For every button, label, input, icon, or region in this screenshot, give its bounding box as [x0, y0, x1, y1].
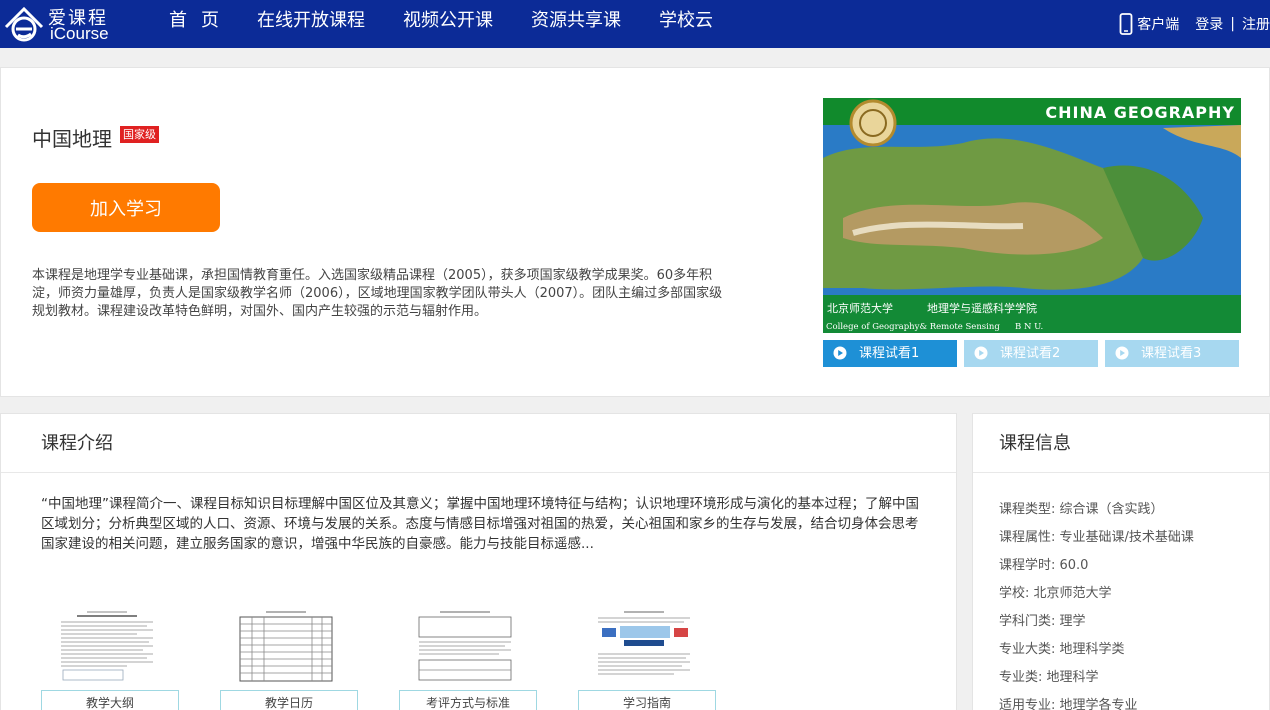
doc-study-guide-label: 学习指南: [578, 690, 716, 710]
doc-assessment-label: 考评方式与标准: [399, 690, 537, 710]
info-applicable-major: 适用专业: 地理学各专业: [999, 698, 1138, 710]
play-circle-icon: [1115, 346, 1129, 360]
info-heading: 课程信息: [973, 414, 1269, 473]
course-header-card: 中国地理 国家级 加入学习 本课程是地理学专业基础课，承担国情教育重任。入选国家…: [0, 67, 1270, 397]
icourse-logo-icon: [4, 6, 44, 42]
trial-tab-2[interactable]: 课程试看2: [964, 340, 1098, 367]
info-major-category: 专业大类: 地理科学类: [999, 642, 1125, 657]
nav-school-cloud[interactable]: 学校云: [640, 0, 732, 48]
course-cover-image[interactable]: CHINA GEOGRAPHY 北京师范大学 地理学与遥感科学学院 Colleg…: [823, 98, 1241, 333]
document-thumbnail-icon: [594, 608, 694, 684]
mobile-phone-icon[interactable]: [1119, 13, 1133, 35]
trial-tab-3-label: 课程试看3: [1141, 346, 1202, 361]
info-discipline: 学科门类: 理学: [999, 614, 1086, 629]
intro-heading: 课程介绍: [1, 414, 956, 473]
nav-home[interactable]: 首页: [150, 0, 238, 48]
course-title: 中国地理: [32, 127, 112, 151]
site-logo[interactable]: 爱课程 iCourse: [4, 2, 124, 46]
cover-dept-cn: 地理学与遥感科学学院: [927, 301, 1037, 315]
doc-calendar[interactable]: 教学日历: [220, 604, 358, 710]
user-links: 客户端 登录 | 注册: [1119, 0, 1270, 48]
info-course-type: 课程类型: 综合课（含实践）: [999, 502, 1164, 517]
trial-tab-1-label: 课程试看1: [859, 346, 920, 361]
course-intro-card: 课程介绍 “中国地理”课程简介一、课程目标知识目标理解中国区位及其意义；掌握中国…: [0, 413, 957, 710]
info-course-hours: 课程学时: 60.0: [999, 558, 1089, 573]
doc-study-guide[interactable]: 学习指南: [578, 604, 716, 710]
login-link[interactable]: 登录: [1195, 14, 1223, 34]
course-level-badge: 国家级: [120, 126, 159, 143]
play-circle-icon: [833, 346, 847, 360]
course-summary: 本课程是地理学专业基础课，承担国情教育重任。入选国家级精品课程（2005），获多…: [32, 268, 723, 319]
cover-school-en: B N U.: [1015, 322, 1043, 332]
doc-syllabus-label: 教学大纲: [41, 690, 179, 710]
trial-video-tabs: 课程试看1 课程试看2 课程试看3: [823, 340, 1239, 368]
play-circle-icon: [974, 346, 988, 360]
client-link[interactable]: 客户端: [1137, 14, 1179, 34]
link-separator: |: [1230, 16, 1235, 32]
nav-video-open-courses[interactable]: 视频公开课: [384, 0, 512, 48]
intro-text: “中国地理”课程简介一、课程目标知识目标理解中国区位及其意义；掌握中国地理环境特…: [41, 496, 919, 552]
document-thumbnail-icon: [57, 608, 157, 684]
register-link[interactable]: 注册: [1242, 14, 1270, 34]
doc-calendar-label: 教学日历: [220, 690, 358, 710]
trial-tab-3[interactable]: 课程试看3: [1105, 340, 1239, 367]
nav-resource-sharing[interactable]: 资源共享课: [512, 0, 640, 48]
cover-banner-text: CHINA GEOGRAPHY: [1045, 103, 1235, 122]
logo-english-text: iCourse: [50, 24, 109, 43]
doc-syllabus[interactable]: 教学大纲: [41, 604, 179, 710]
join-course-button[interactable]: 加入学习: [32, 183, 220, 232]
info-course-attribute: 课程属性: 专业基础课/技术基础课: [999, 530, 1194, 545]
trial-tab-2-label: 课程试看2: [1000, 346, 1061, 361]
document-thumbnail-icon: [415, 608, 515, 684]
course-documents: 教学大纲 教学日历 考评方式与标准 学习指南: [41, 604, 741, 710]
info-major-class: 专业类: 地理科学: [999, 670, 1099, 685]
doc-assessment[interactable]: 考评方式与标准: [399, 604, 537, 710]
cover-school-cn: 北京师范大学: [827, 301, 893, 315]
course-info-card: 课程信息 课程类型: 综合课（含实践） 课程属性: 专业基础课/技术基础课 课程…: [972, 413, 1270, 710]
info-school: 学校: 北京师范大学: [999, 586, 1112, 601]
trial-tab-1[interactable]: 课程试看1: [823, 340, 957, 367]
document-thumbnail-icon: [236, 608, 336, 684]
main-nav: 首页 在线开放课程 视频公开课 资源共享课 学校云: [150, 0, 732, 48]
course-info-list: 课程类型: 综合课（含实践） 课程属性: 专业基础课/技术基础课 课程学时: 6…: [999, 496, 1194, 710]
top-nav-bar: 爱课程 iCourse 首页 在线开放课程 视频公开课 资源共享课 学校云 客户…: [0, 0, 1270, 48]
cover-dept-en: College of Geography& Remote Sensing: [826, 322, 1000, 332]
nav-online-courses[interactable]: 在线开放课程: [238, 0, 384, 48]
